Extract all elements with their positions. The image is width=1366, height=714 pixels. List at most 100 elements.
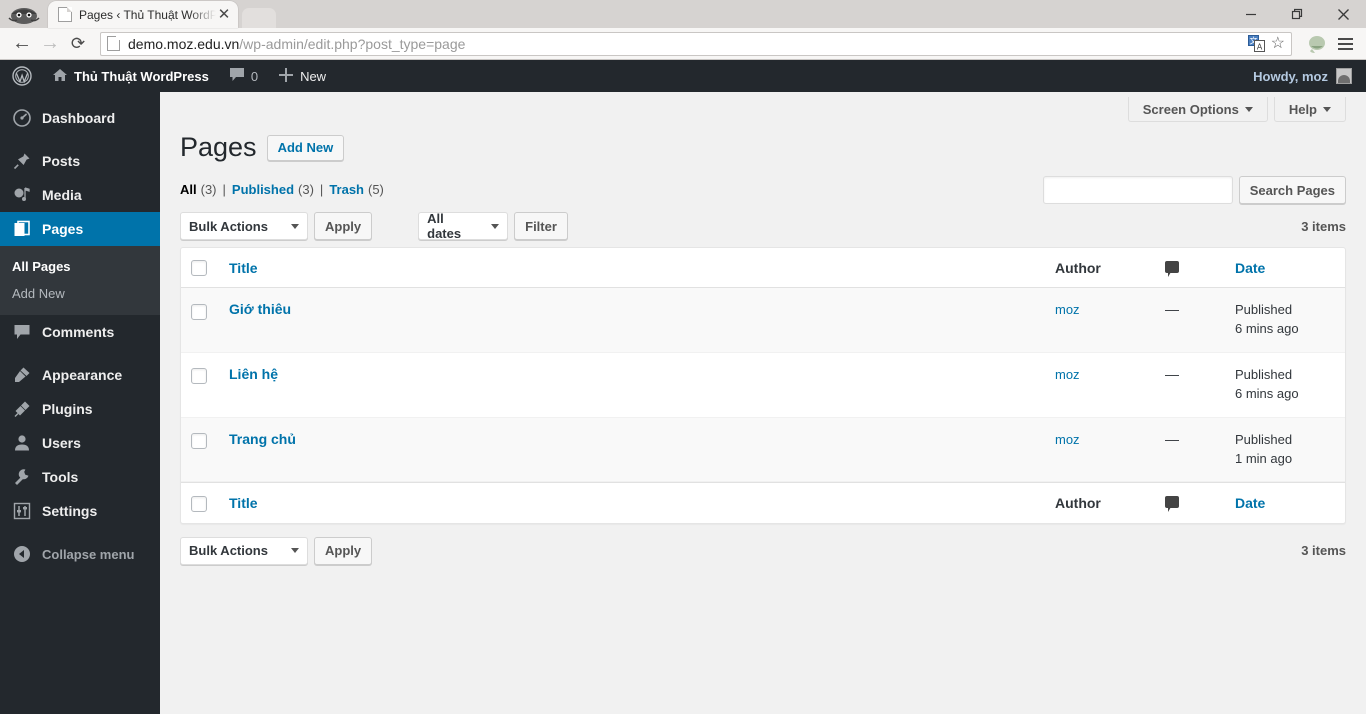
apply-button-bottom[interactable]: Apply (314, 536, 373, 565)
screen-options-button[interactable]: Screen Options (1127, 97, 1268, 122)
bookmark-star-icon[interactable]: ☆ (1271, 35, 1285, 52)
view-all: All (3) | (180, 182, 232, 197)
minimize-icon[interactable] (1228, 0, 1274, 28)
address-bar-url: demo.moz.edu.vn/wp-admin/edit.php?post_t… (128, 36, 465, 52)
sidebar-item-posts[interactable]: Posts (0, 144, 160, 178)
media-icon (12, 186, 32, 204)
sliders-icon (12, 502, 32, 520)
new-content-menu[interactable]: New (268, 60, 336, 92)
page-icon (12, 220, 32, 238)
view-published-link[interactable]: Published (232, 182, 294, 197)
select-all-checkbox-footer[interactable] (191, 495, 207, 512)
row-comments-cell: — (1155, 288, 1225, 354)
browser-menu-icon[interactable] (1332, 31, 1358, 57)
sort-title-link-footer[interactable]: Title (229, 495, 258, 511)
sidebar-subitem-all-pages[interactable]: All Pages (0, 253, 160, 280)
page-title-link[interactable]: Trang chủ (229, 431, 296, 447)
row-checkbox[interactable] (191, 368, 207, 385)
table-header-row: Title Author Date (181, 248, 1345, 289)
sidebar-subitem-add-new[interactable]: Add New (0, 280, 160, 307)
sidebar-item-users[interactable]: Users (0, 426, 160, 460)
view-trash-link[interactable]: Trash (329, 182, 364, 197)
comment-icon (229, 67, 245, 85)
table-row[interactable]: Giớ thiêu moz — Published 6 mins ago (181, 288, 1345, 354)
help-button[interactable]: Help (1273, 97, 1346, 122)
url-host: demo.moz.edu.vn (128, 35, 240, 52)
forward-icon[interactable]: → (36, 30, 64, 58)
translate-icon[interactable]: 文 A (1247, 35, 1265, 52)
row-checkbox[interactable] (191, 433, 207, 450)
sort-date-link-footer[interactable]: Date (1235, 495, 1265, 511)
author-link[interactable]: moz (1055, 367, 1080, 382)
sidebar-item-label: Media (42, 187, 82, 203)
site-name-menu[interactable]: Thủ Thuật WordPress (42, 60, 219, 92)
comments-bubble-menu[interactable]: 0 (219, 60, 268, 92)
comment-bubble-icon[interactable] (1165, 496, 1179, 513)
howdy-label[interactable]: Howdy, moz (1253, 69, 1328, 84)
search-input[interactable] (1042, 176, 1233, 204)
table-row[interactable]: Trang chủ moz — Published 1 min ago (181, 417, 1345, 483)
sort-date-link[interactable]: Date (1235, 260, 1265, 276)
sidebar-item-settings[interactable]: Settings (0, 494, 160, 528)
address-bar[interactable]: demo.moz.edu.vn/wp-admin/edit.php?post_t… (100, 31, 1292, 56)
table-row[interactable]: Liên hệ moz — Published 6 mins ago (181, 353, 1345, 418)
back-icon[interactable]: ← (8, 30, 36, 58)
user-icon (12, 434, 32, 452)
sidebar-item-media[interactable]: Media (0, 178, 160, 212)
profile-avatar-icon[interactable] (1304, 31, 1330, 57)
view-all-link[interactable]: All (180, 182, 197, 197)
view-separator: | (222, 182, 226, 198)
comment-bubble-icon[interactable] (1165, 260, 1179, 277)
close-icon[interactable]: ✕ (216, 7, 232, 23)
select-all-header (181, 248, 219, 289)
row-checkbox[interactable] (191, 303, 207, 320)
page-title-link[interactable]: Giớ thiêu (229, 301, 291, 317)
row-date: 6 mins ago (1235, 321, 1299, 337)
filter-button[interactable]: Filter (514, 212, 568, 241)
date-filter-select[interactable]: All dates (418, 211, 509, 241)
screen-options-label: Screen Options (1142, 101, 1239, 117)
comment-count: 0 (250, 68, 259, 84)
screen-meta-links: Screen Options Help (160, 92, 1366, 122)
chevron-down-icon (491, 223, 500, 229)
author-link[interactable]: moz (1055, 302, 1080, 317)
browser-tab-strip: Pages ‹ Thủ Thuật WordPr ✕ (0, 0, 1366, 28)
sort-title-link[interactable]: Title (229, 260, 258, 276)
add-new-button[interactable]: Add New (266, 134, 345, 161)
row-title-cell: Trang chủ (219, 417, 1045, 483)
new-tab-button[interactable] (242, 8, 276, 28)
sidebar-item-plugins[interactable]: Plugins (0, 392, 160, 426)
search-pages-button[interactable]: Search Pages (1238, 176, 1346, 204)
bulk-actions-select-top[interactable]: Bulk Actions (180, 212, 308, 241)
sidebar-item-dashboard[interactable]: Dashboard (0, 101, 160, 135)
author-link[interactable]: moz (1055, 432, 1080, 447)
page-title-link[interactable]: Liên hệ (229, 366, 278, 382)
collapse-menu-button[interactable]: Collapse menu (0, 537, 160, 571)
browser-tab[interactable]: Pages ‹ Thủ Thuật WordPr ✕ (48, 1, 238, 28)
sidebar-item-appearance[interactable]: Appearance (0, 358, 160, 392)
pages-table: Title Author Date Giớ thiêu moz — Publis… (180, 247, 1346, 524)
bulk-actions-value-bottom: Bulk Actions (189, 543, 268, 559)
close-window-icon[interactable] (1320, 0, 1366, 28)
browser-brand-icon (0, 2, 48, 28)
new-label: New (300, 68, 327, 84)
sidebar-item-comments[interactable]: Comments (0, 315, 160, 349)
wordpress-logo-icon[interactable] (0, 60, 42, 92)
avatar[interactable] (1336, 68, 1352, 84)
tablenav-top: Bulk Actions Apply All dates Filter 3 it… (180, 211, 1346, 241)
sidebar-item-pages[interactable]: Pages (0, 212, 168, 246)
row-status: Published (1235, 367, 1293, 383)
document-icon (58, 7, 72, 22)
select-all-checkbox[interactable] (191, 260, 207, 277)
sidebar-item-label: Dashboard (42, 110, 116, 126)
maximize-icon[interactable] (1274, 0, 1320, 28)
apply-button-top[interactable]: Apply (314, 212, 373, 241)
page-info-icon (107, 36, 120, 51)
browser-toolbar: ← → ⟳ demo.moz.edu.vn/wp-admin/edit.php?… (0, 28, 1366, 60)
chevron-down-icon (291, 223, 299, 229)
row-status: Published (1235, 431, 1293, 447)
sidebar-item-tools[interactable]: Tools (0, 460, 160, 494)
bulk-actions-select-bottom[interactable]: Bulk Actions (180, 536, 308, 565)
reload-icon[interactable]: ⟳ (64, 30, 92, 58)
column-footer-title: Title (219, 482, 1045, 522)
